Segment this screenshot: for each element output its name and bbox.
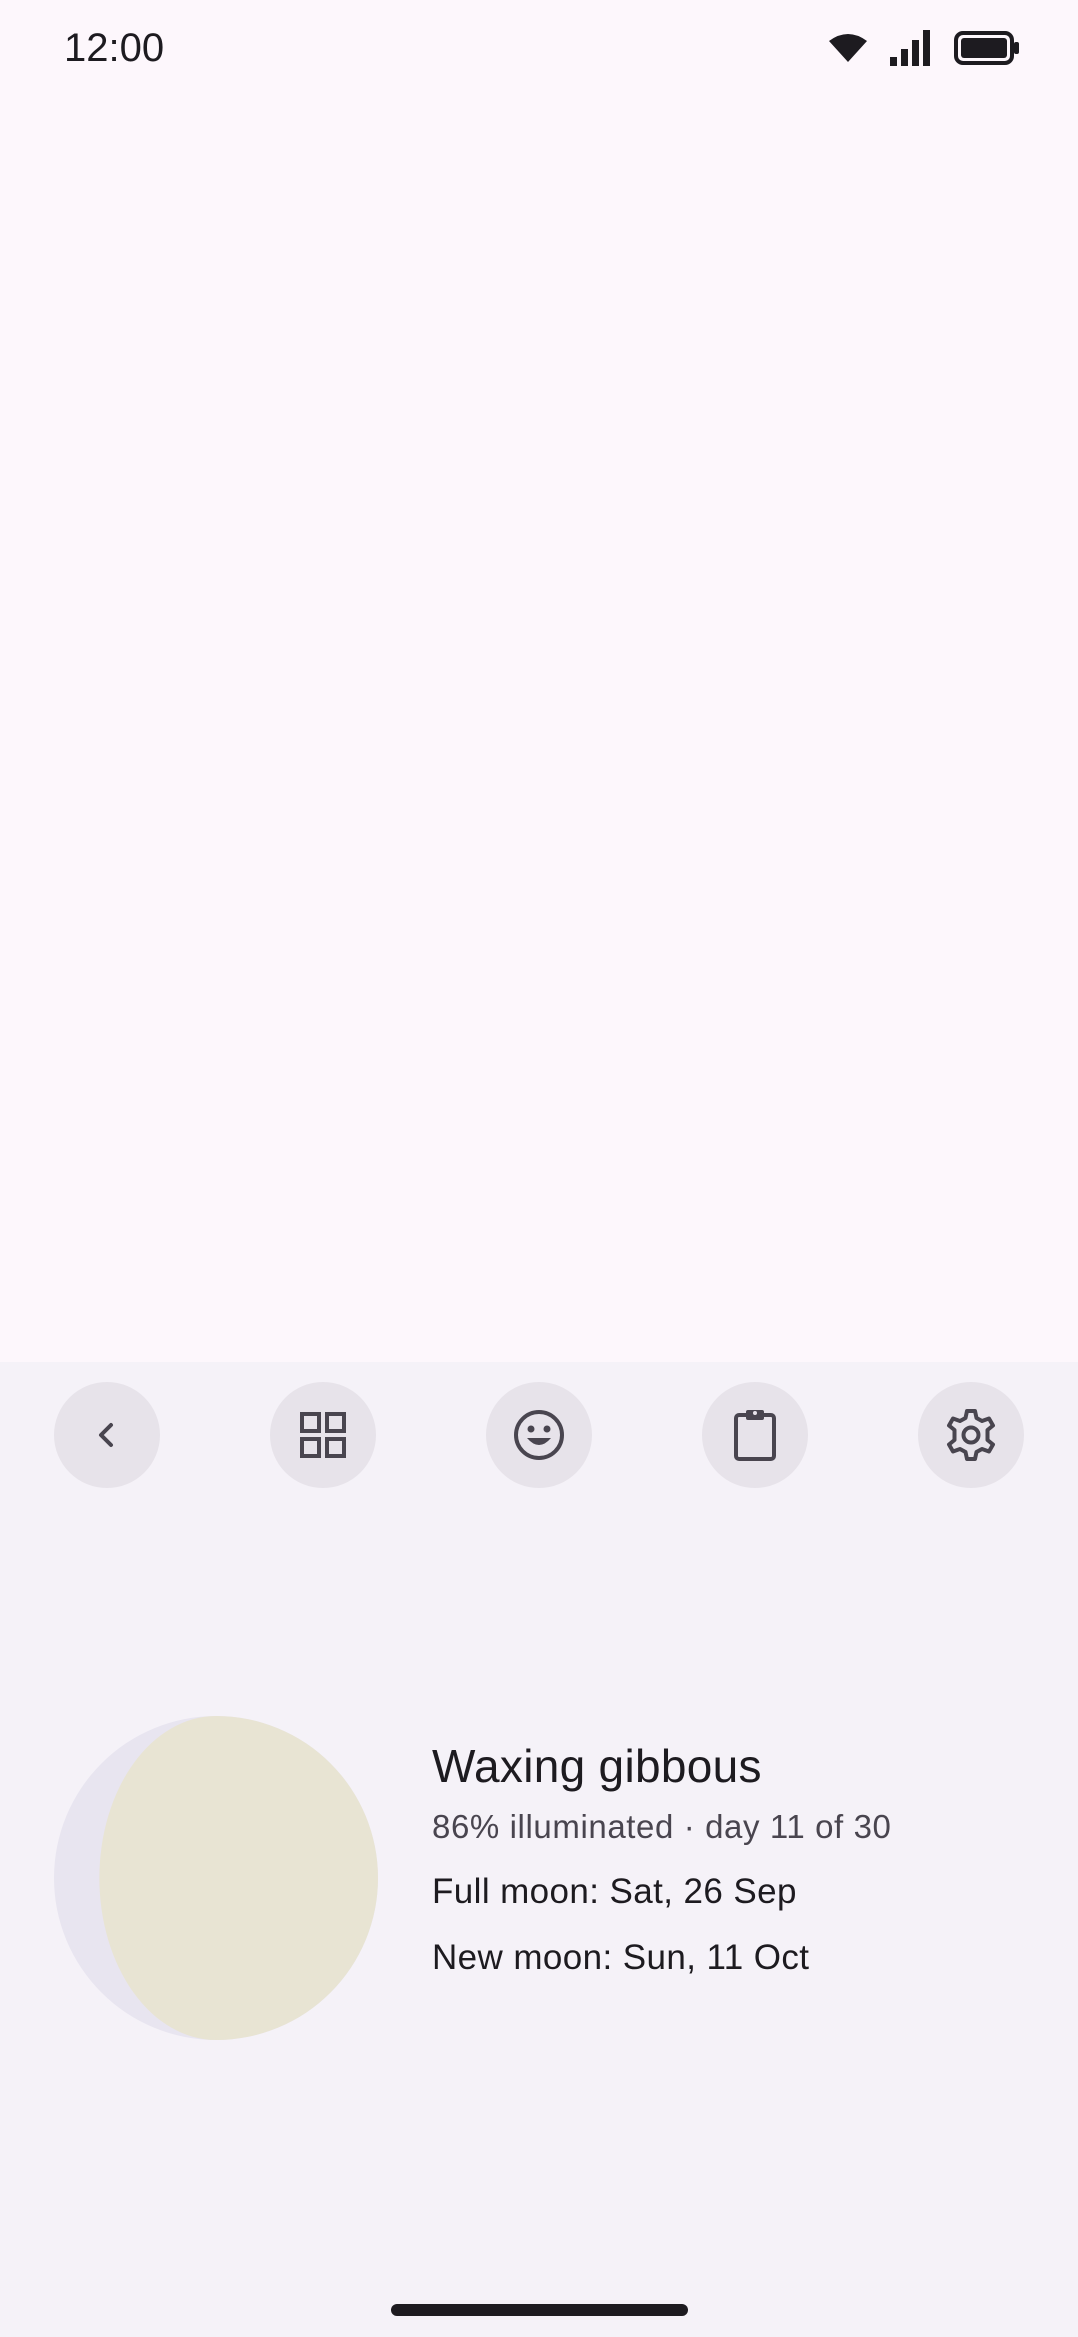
- moon-info: Waxing gibbous 86% illuminated · day 11 …: [432, 1738, 1032, 1980]
- status-time: 12:00: [64, 26, 165, 70]
- status-bar: 12:00: [0, 0, 1078, 96]
- chevron-left-icon: [87, 1415, 127, 1455]
- moon-illumination: 86% illuminated · day 11 of 30: [432, 1808, 892, 1845]
- keyboard-toolbar: [0, 1382, 1078, 1488]
- clipboard-icon: [730, 1407, 780, 1463]
- settings-button[interactable]: [918, 1382, 1024, 1488]
- home-indicator[interactable]: [391, 2304, 688, 2316]
- moon-phase-widget: Waxing gibbous 86% illuminated · day 11 …: [0, 1716, 1078, 2046]
- grid-icon: [298, 1410, 348, 1460]
- battery-icon: [954, 31, 1020, 65]
- app-content-area: [0, 96, 1078, 1362]
- wifi-icon: [828, 33, 868, 63]
- status-icons: [828, 26, 1020, 70]
- moon-phase-image: [54, 1716, 378, 2040]
- gear-icon: [943, 1407, 999, 1463]
- signal-icon: [890, 30, 932, 66]
- emoji-button[interactable]: [486, 1382, 592, 1488]
- new-moon-date: New moon: Sun, 11 Oct: [432, 1938, 810, 1977]
- moon-phase-name: Waxing gibbous: [432, 1740, 762, 1792]
- back-button[interactable]: [54, 1382, 160, 1488]
- emoji-icon: [512, 1408, 566, 1462]
- keyboard-panel: Waxing gibbous 86% illuminated · day 11 …: [0, 1362, 1078, 2337]
- full-moon-date: Full moon: Sat, 26 Sep: [432, 1872, 797, 1911]
- widgets-button[interactable]: [270, 1382, 376, 1488]
- clipboard-button[interactable]: [702, 1382, 808, 1488]
